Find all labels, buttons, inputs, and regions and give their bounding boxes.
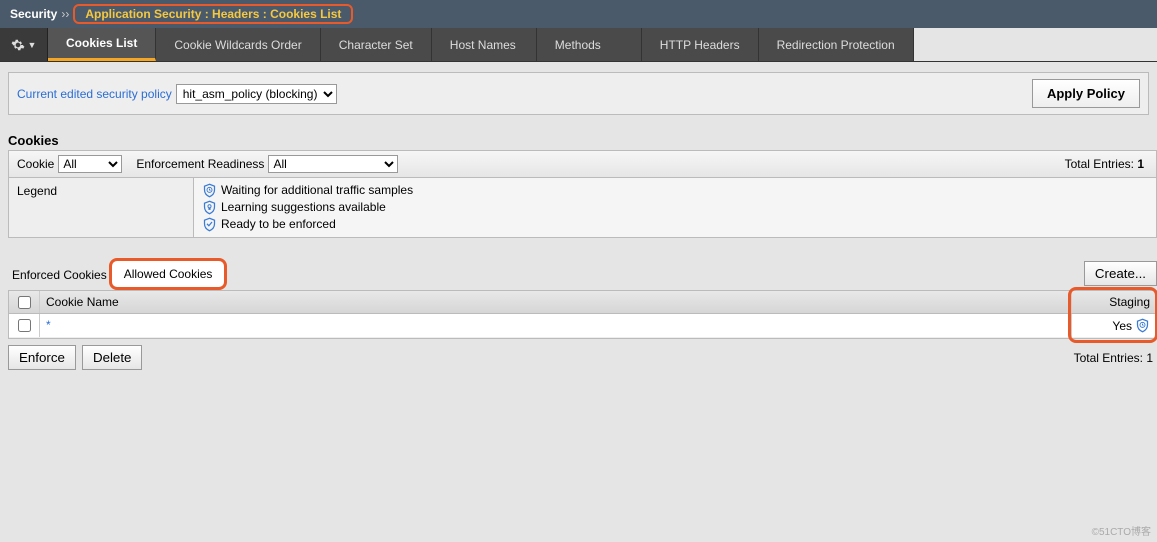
cookie-filter-select[interactable]: All	[58, 155, 122, 173]
gear-menu[interactable]: ▼	[0, 28, 48, 61]
enforced-cookies-tab[interactable]: Enforced Cookies	[8, 268, 107, 290]
action-row: Enforce Delete Total Entries: 1	[8, 345, 1157, 370]
tab-label: Cookies List	[66, 36, 137, 50]
gear-icon	[11, 38, 25, 52]
readiness-filter-label: Enforcement Readiness	[136, 157, 264, 171]
tab-label: Host Names	[450, 38, 516, 52]
shield-lightbulb-icon	[202, 200, 217, 215]
tab-label: Methods	[555, 38, 601, 52]
legend-item-learning: Learning suggestions available	[202, 199, 413, 216]
enforce-button[interactable]: Enforce	[8, 345, 76, 370]
column-staging[interactable]: Staging	[1071, 291, 1156, 313]
column-cookie-name[interactable]: Cookie Name	[39, 291, 1071, 313]
footer-total-value: 1	[1146, 351, 1153, 365]
readiness-filter-select[interactable]: All	[268, 155, 398, 173]
row-check-cell	[9, 314, 39, 337]
legend-text: Ready to be enforced	[221, 216, 336, 233]
footer-total-label: Total Entries:	[1074, 351, 1143, 365]
table-header: Cookie Name Staging	[9, 291, 1156, 314]
tab-character-set[interactable]: Character Set	[321, 28, 432, 61]
policy-select[interactable]: hit_asm_policy (blocking)	[176, 84, 337, 104]
legend-text: Learning suggestions available	[221, 199, 386, 216]
section-title: Cookies	[8, 133, 1157, 148]
cookie-filter-label: Cookie	[17, 157, 54, 171]
chevron-down-icon: ▼	[28, 40, 37, 50]
apply-policy-button[interactable]: Apply Policy	[1032, 79, 1140, 108]
row-checkbox[interactable]	[18, 319, 31, 332]
tab-label: Cookie Wildcards Order	[174, 38, 301, 52]
legend-row: Legend Waiting for additional traffic sa…	[8, 178, 1157, 238]
tab-label: HTTP Headers	[660, 38, 740, 52]
cookie-name-link[interactable]: *	[46, 318, 51, 332]
policy-bar: Current edited security policy hit_asm_p…	[8, 72, 1149, 115]
tab-cookies-list[interactable]: Cookies List	[48, 28, 156, 61]
legend-body: Waiting for additional traffic samples L…	[194, 178, 421, 237]
cookie-table: Cookie Name Staging * Yes	[8, 290, 1157, 339]
tab-host-names[interactable]: Host Names	[432, 28, 537, 61]
tab-bar: ▼ Cookies List Cookie Wildcards Order Ch…	[0, 28, 1157, 62]
delete-button[interactable]: Delete	[82, 345, 143, 370]
table-row: * Yes	[9, 314, 1156, 338]
row-staging-cell: Yes	[1071, 314, 1156, 337]
total-entries-label: Total Entries: 1	[1065, 157, 1144, 171]
select-all-cell	[9, 291, 39, 313]
filter-bar: Cookie All Enforcement Readiness All Tot…	[8, 150, 1157, 178]
tab-label: Character Set	[339, 38, 413, 52]
tabbar-filler	[914, 28, 1157, 61]
shield-clock-icon	[202, 183, 217, 198]
breadcrumb-path[interactable]: Application Security : Headers : Cookies…	[73, 4, 353, 24]
row-name-cell: *	[39, 314, 1071, 337]
shield-clock-icon	[1135, 318, 1150, 333]
tab-label: Redirection Protection	[777, 38, 895, 52]
breadcrumb-bar: Security ›› Application Security : Heade…	[0, 0, 1157, 28]
tab-cookie-wildcards-order[interactable]: Cookie Wildcards Order	[156, 28, 320, 61]
subtabs-row: Enforced Cookies Allowed Cookies Create.…	[8, 258, 1157, 290]
total-label: Total Entries:	[1065, 157, 1134, 171]
select-all-checkbox[interactable]	[18, 296, 31, 309]
tab-methods[interactable]: Methods	[537, 28, 642, 61]
tab-redirection-protection[interactable]: Redirection Protection	[759, 28, 914, 61]
watermark: ©51CTO博客	[1092, 523, 1151, 538]
shield-check-icon	[202, 217, 217, 232]
total-value: 1	[1137, 157, 1144, 171]
policy-left: Current edited security policy hit_asm_p…	[17, 84, 337, 104]
policy-label: Current edited security policy	[17, 87, 172, 101]
breadcrumb-root[interactable]: Security	[10, 7, 57, 21]
staging-value: Yes	[1112, 319, 1132, 333]
column-staging-label: Staging	[1109, 295, 1150, 309]
footer-total: Total Entries: 1	[1074, 351, 1153, 365]
legend-label: Legend	[9, 178, 194, 237]
create-button[interactable]: Create...	[1084, 261, 1157, 286]
legend-item-ready: Ready to be enforced	[202, 216, 413, 233]
tab-http-headers[interactable]: HTTP Headers	[642, 28, 759, 61]
legend-item-waiting: Waiting for additional traffic samples	[202, 182, 413, 199]
breadcrumb-separator-icon: ››	[61, 7, 69, 21]
allowed-cookies-tab[interactable]: Allowed Cookies	[109, 258, 228, 290]
legend-text: Waiting for additional traffic samples	[221, 182, 413, 199]
